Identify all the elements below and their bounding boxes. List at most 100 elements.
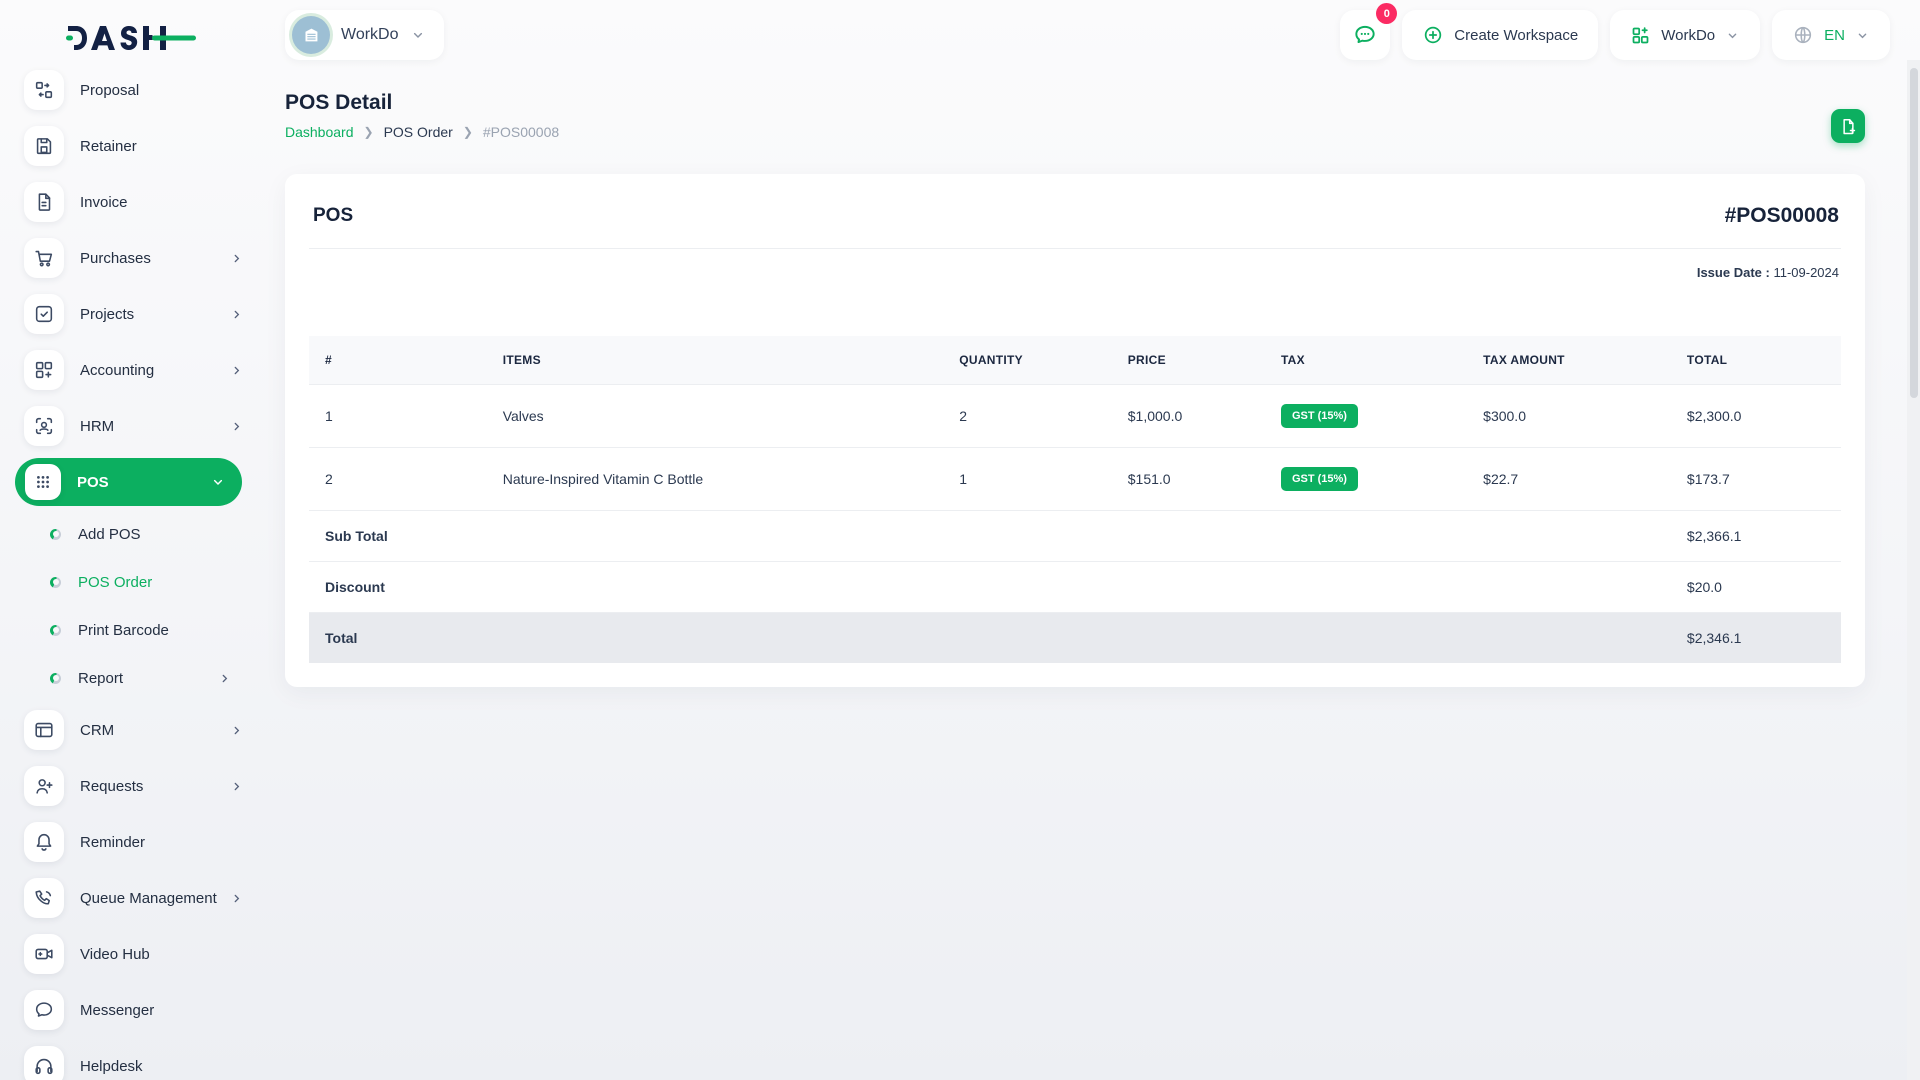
item-price: $1,000.0	[1111, 384, 1265, 448]
breadcrumb: Dashboard ❯ POS Order ❯ #POS00008	[285, 124, 1865, 140]
workdo-menu-label: WorkDo	[1661, 26, 1716, 44]
sidebar-item-label: POS	[77, 473, 109, 491]
sidebar-item-label: Requests	[80, 777, 144, 795]
item-price: $151.0	[1111, 447, 1265, 511]
message-bubble-icon	[35, 1002, 53, 1017]
issue-date: Issue Date : 11-09-2024	[1696, 265, 1839, 280]
page-scrollbar[interactable]	[1907, 60, 1920, 1080]
file-plus-icon	[1842, 118, 1855, 134]
column-header: TOTAL	[1670, 336, 1841, 385]
table-header-row: # ITEMS QUANTITY PRICE TAX TAX AMOUNT TOTAL	[309, 336, 1841, 385]
sidebar-item-label: Video Hub	[80, 945, 150, 963]
chevron-right-icon	[234, 782, 240, 790]
sidebar-item-label: Purchases	[80, 249, 151, 267]
topbar: WorkDo 0 Create Workspace WorkDo EN	[0, 0, 1920, 71]
column-header: #	[309, 336, 487, 385]
pos-detail-card: POS #POS00008 Issue Date : 11-09-2024 # I…	[285, 174, 1865, 687]
pos-card-title: POS	[313, 205, 354, 226]
sidebar-item-purchases[interactable]: Purchases	[0, 230, 262, 286]
sidebar-item-proposal[interactable]: Proposal	[0, 62, 262, 118]
phone-call-icon	[35, 890, 52, 905]
bullet-icon	[50, 624, 61, 636]
sidebar-item-pos[interactable]: POS	[15, 458, 242, 506]
sidebar-item-label: HRM	[80, 417, 115, 435]
sidebar-item-label: Messenger	[80, 1001, 155, 1019]
sidebar-item-video-hub[interactable]: Video Hub	[0, 926, 262, 982]
sidebar-item-reminder[interactable]: Reminder	[0, 814, 262, 870]
chevron-right-icon	[234, 422, 240, 430]
breadcrumb-dashboard[interactable]: Dashboard	[285, 124, 354, 140]
grid-plus-icon	[1632, 26, 1649, 43]
sidebar-item-label: Queue Management	[80, 889, 217, 907]
building-icon	[292, 16, 330, 54]
column-header: TAX AMOUNT	[1467, 336, 1671, 385]
language-label: EN	[1824, 26, 1845, 44]
sidebar-item-messenger[interactable]: Messenger	[0, 982, 262, 1038]
user-plus-icon	[36, 779, 53, 794]
sidebar-item-retainer[interactable]: Retainer	[0, 118, 262, 174]
summary-label: Discount	[309, 561, 1671, 613]
invoice-icon	[38, 193, 51, 211]
tax-badge: GST (15%)	[1280, 467, 1358, 491]
create-workspace-button[interactable]: Create Workspace	[1402, 10, 1599, 60]
item-name: Nature-Inspired Vitamin C Bottle	[486, 447, 944, 511]
language-selector[interactable]: EN	[1772, 10, 1890, 60]
summary-value: $2,346.1	[1670, 612, 1841, 663]
workflow-icon	[35, 81, 53, 99]
chat-badge: 0	[1376, 3, 1398, 24]
workspace-selector[interactable]: WorkDo	[285, 10, 444, 60]
grid-plus-icon	[35, 361, 53, 379]
sidebar-item-queue-management[interactable]: Queue Management	[0, 870, 262, 926]
sidebar-item-accounting[interactable]: Accounting	[0, 342, 262, 398]
workdo-menu-button[interactable]: WorkDo	[1610, 10, 1761, 60]
sidebar-subitem-add-pos[interactable]: Add POS	[0, 510, 262, 558]
save-icon	[36, 138, 52, 155]
sidebar-item-invoice[interactable]: Invoice	[0, 174, 262, 230]
item-row: 2 Nature-Inspired Vitamin C Bottle 1 $151.0…	[309, 447, 1841, 511]
chevron-right-icon	[234, 310, 240, 318]
bullet-icon	[50, 576, 61, 588]
chevron-right-icon: ❯	[363, 125, 374, 139]
item-quantity: 2	[943, 384, 1112, 448]
sidebar-item-label: Accounting	[80, 361, 155, 379]
column-header: PRICE	[1111, 336, 1265, 385]
chevron-right-icon: ❯	[462, 125, 473, 139]
sidebar-subitem-print-barcode[interactable]: Print Barcode	[0, 606, 262, 654]
sidebar-item-label: Retainer	[80, 137, 137, 155]
item-total: $173.7	[1670, 447, 1841, 511]
item-row: 1 Valves 2 $1,000.0 GST (15%) $300.0 $2,300.0	[309, 384, 1841, 448]
item-tax: GST (15%)	[1264, 384, 1468, 448]
chevron-down-icon	[1858, 33, 1867, 38]
dots-grid-icon	[37, 476, 49, 488]
item-quantity: 1	[943, 447, 1112, 511]
sidebar-item-crm[interactable]: CRM	[0, 702, 262, 758]
breadcrumb-pos-order: POS Order	[383, 124, 453, 140]
sidebar-item-label: Projects	[80, 305, 135, 323]
item-no: 2	[309, 447, 487, 511]
sidebar-item-helpdesk[interactable]: Helpdesk	[0, 1038, 262, 1080]
scrollbar-thumb[interactable]	[1909, 68, 1918, 398]
check-square-icon	[35, 305, 53, 323]
item-tax-amount: $300.0	[1467, 384, 1671, 448]
workspace-name: WorkDo	[341, 26, 399, 43]
user-scan-icon	[35, 417, 53, 435]
duplicate-pos-button[interactable]	[1831, 109, 1865, 143]
item-tax: GST (15%)	[1264, 447, 1468, 511]
breadcrumb-current: #POS00008	[482, 124, 560, 140]
column-header: TAX	[1264, 336, 1468, 385]
sidebar-item-requests[interactable]: Requests	[0, 758, 262, 814]
circle-plus-icon	[1425, 26, 1442, 44]
column-header: ITEMS	[486, 336, 944, 385]
summary-row-discount: Discount $20.0	[309, 561, 1841, 613]
summary-label: Total	[309, 612, 1671, 663]
sidebar-subitem-pos-order[interactable]: POS Order	[0, 558, 262, 606]
page-title: POS Detail	[285, 91, 393, 114]
summary-value: $2,366.1	[1670, 510, 1841, 562]
chat-button[interactable]: 0	[1340, 3, 1398, 60]
divider	[309, 248, 1841, 249]
sidebar-subitem-report[interactable]: Report	[0, 654, 262, 702]
sidebar-item-projects[interactable]: Projects	[0, 286, 262, 342]
summary-row-sub-total: Sub Total $2,366.1	[309, 510, 1841, 562]
sidebar-item-hrm[interactable]: HRM	[0, 398, 262, 454]
item-no: 1	[309, 384, 487, 448]
